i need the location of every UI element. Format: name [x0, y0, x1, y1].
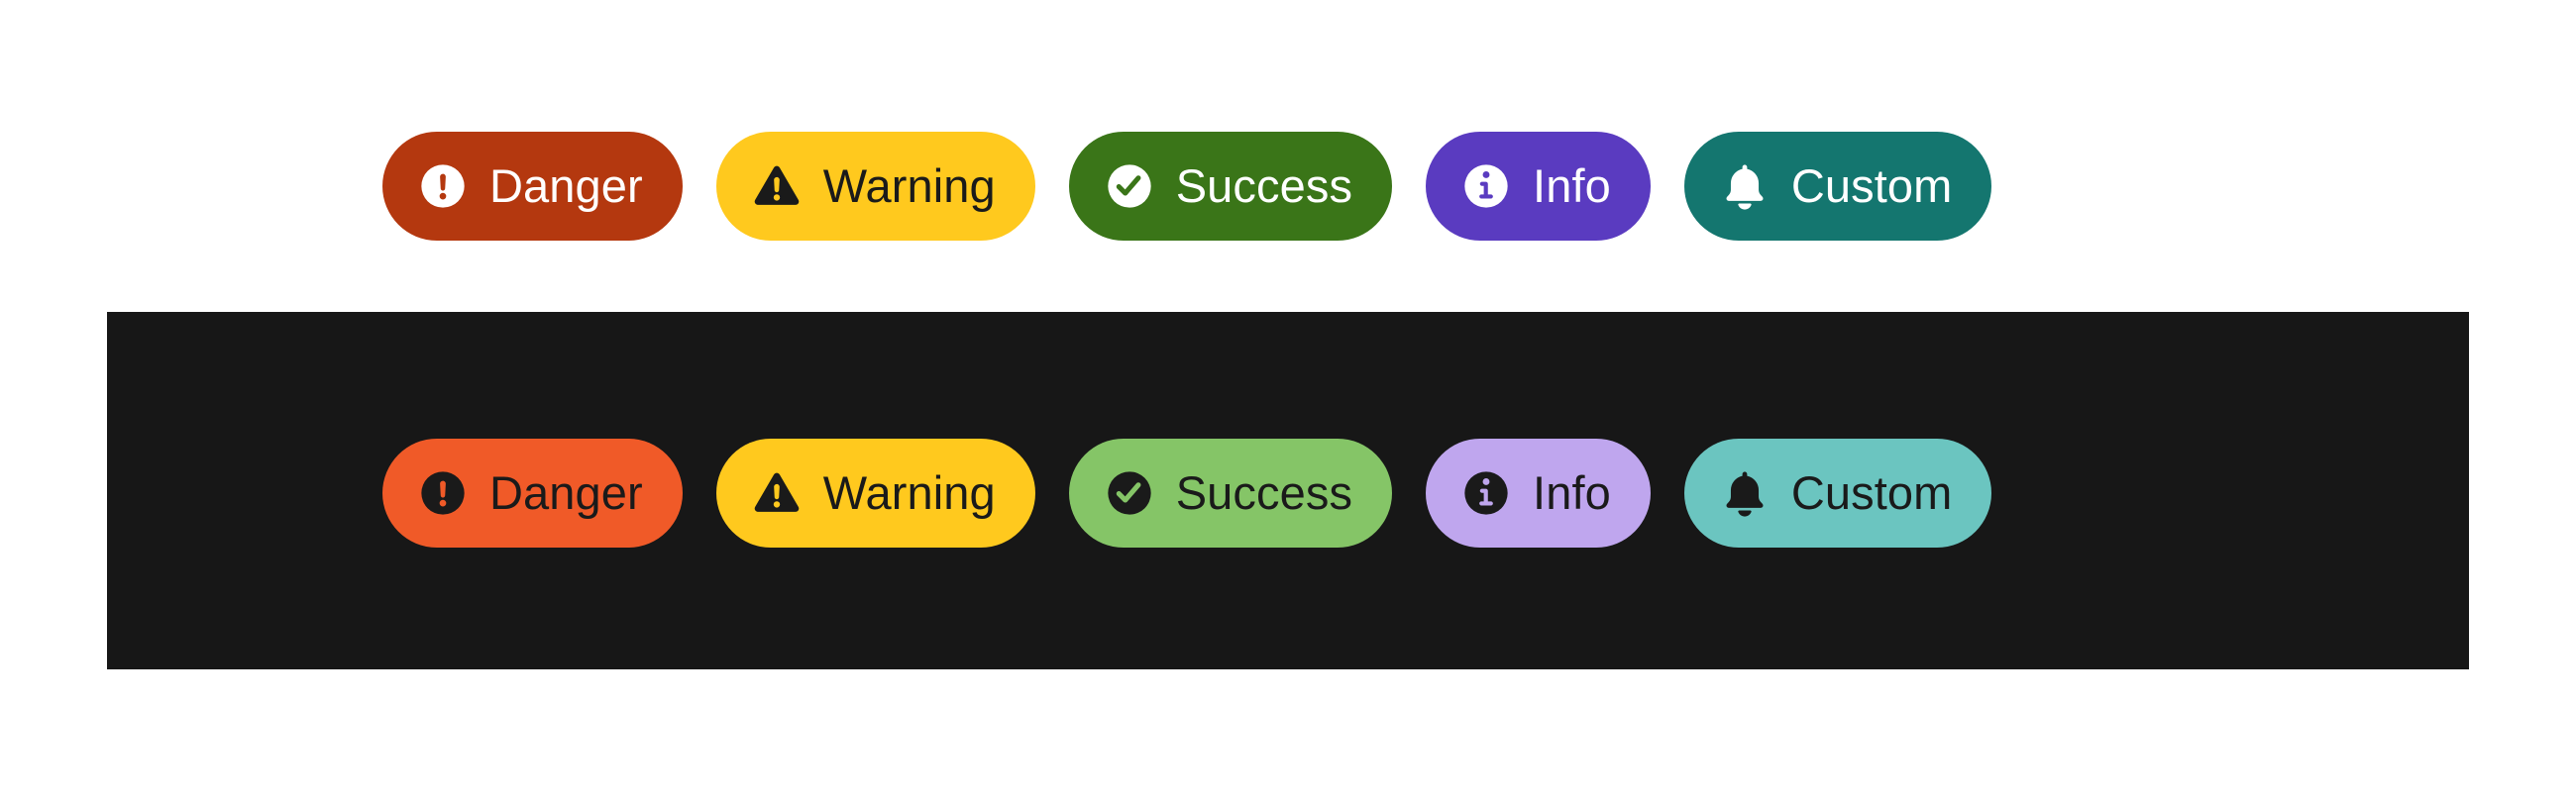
circle-check-icon	[1105, 468, 1154, 518]
badge-light-info[interactable]: Info	[1426, 132, 1651, 241]
badge-dark-custom[interactable]: Custom	[1683, 439, 1992, 548]
circle-exclamation-icon	[418, 468, 468, 518]
badge-dark-warning[interactable]: Warning	[715, 439, 1035, 548]
badge-label: Custom	[1790, 158, 1953, 212]
badge-label: Warning	[822, 158, 996, 212]
badge-label: Success	[1175, 465, 1353, 519]
badge-label: Success	[1175, 158, 1353, 212]
triangle-exclamation-icon	[752, 161, 802, 211]
light-theme-row: Danger Warning Success Info Custom	[382, 132, 1992, 241]
badge-dark-success[interactable]: Success	[1068, 439, 1393, 548]
badge-dark-danger[interactable]: Danger	[382, 439, 683, 548]
badge-light-danger[interactable]: Danger	[382, 132, 683, 241]
badge-light-custom[interactable]: Custom	[1683, 132, 1992, 241]
bell-icon	[1720, 161, 1770, 211]
badge-light-success[interactable]: Success	[1068, 132, 1393, 241]
badge-showcase: Danger Warning Success Info Custom Danger War…	[0, 0, 2576, 808]
badge-dark-info[interactable]: Info	[1426, 439, 1651, 548]
dark-theme-row: Danger Warning Success Info Custom	[382, 439, 1992, 548]
triangle-exclamation-icon	[752, 468, 802, 518]
badge-label: Danger	[489, 465, 643, 519]
badge-label: Info	[1533, 158, 1611, 212]
badge-label: Info	[1533, 465, 1611, 519]
bell-icon	[1720, 468, 1770, 518]
circle-info-icon	[1461, 161, 1511, 211]
circle-check-icon	[1105, 161, 1154, 211]
badge-label: Danger	[489, 158, 643, 212]
badge-label: Warning	[822, 465, 996, 519]
badge-label: Custom	[1790, 465, 1953, 519]
circle-info-icon	[1461, 468, 1511, 518]
circle-exclamation-icon	[418, 161, 468, 211]
badge-light-warning[interactable]: Warning	[715, 132, 1035, 241]
